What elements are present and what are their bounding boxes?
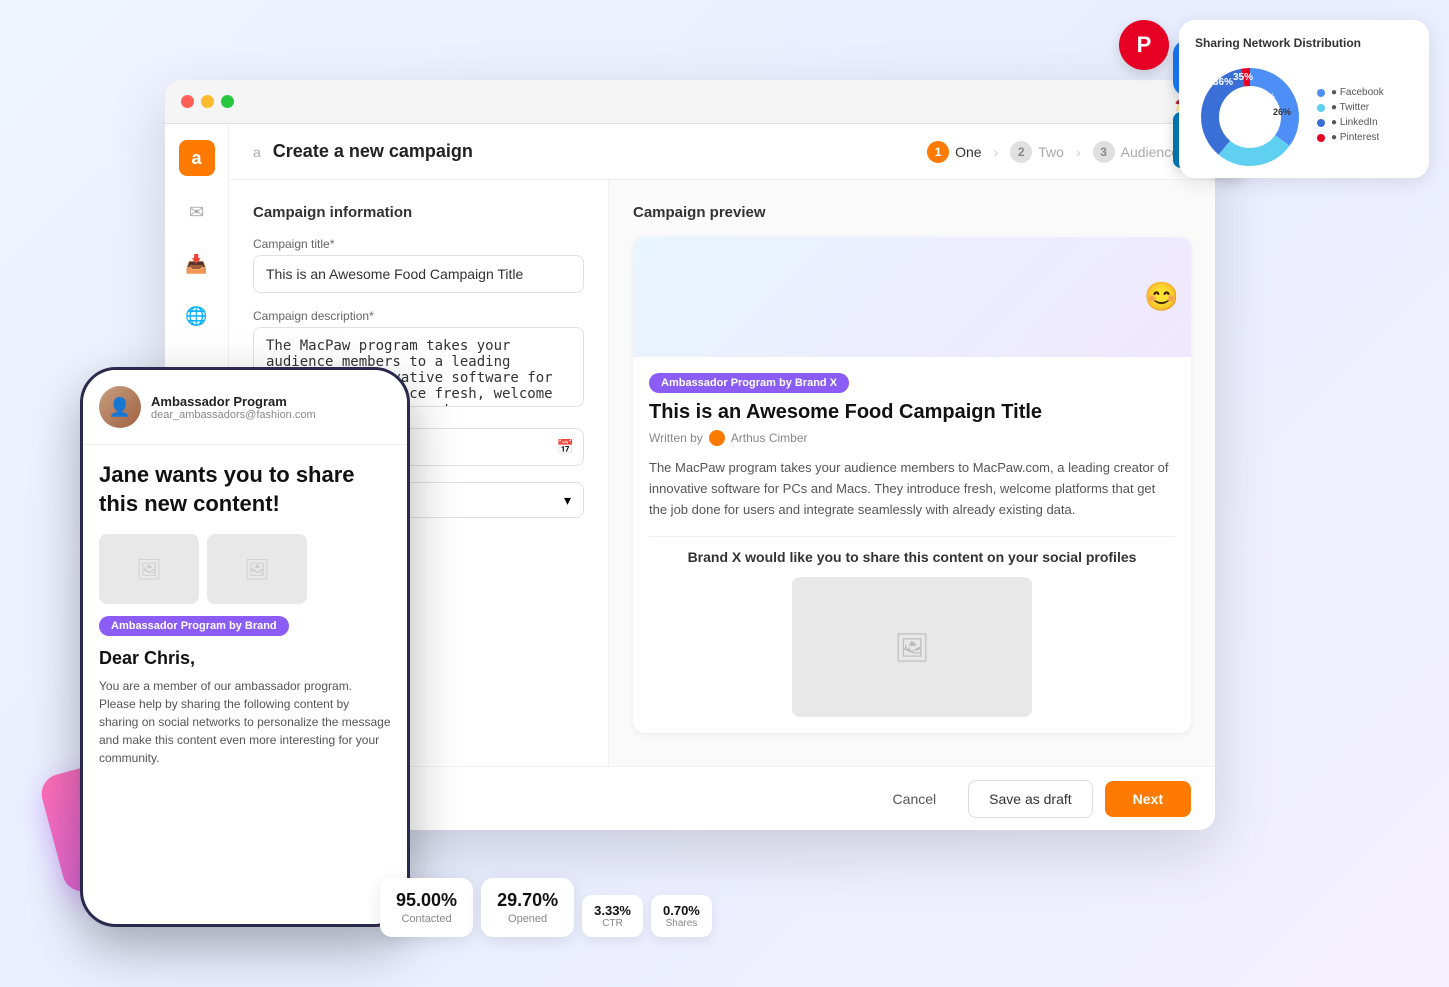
campaign-title-label: Campaign title* bbox=[253, 237, 584, 251]
fullscreen-button[interactable] bbox=[221, 95, 234, 108]
phone-headline: Jane wants you to share this new content… bbox=[83, 445, 407, 534]
step-3-num: 3 bbox=[1093, 141, 1115, 163]
step-1-label: One bbox=[955, 144, 981, 160]
page-title: Create a new campaign bbox=[273, 141, 473, 162]
contacted-label: Contacted bbox=[396, 913, 457, 925]
nav-globe-icon[interactable]: 🌐 bbox=[181, 300, 213, 332]
campaign-title-group: Campaign title* bbox=[253, 237, 584, 293]
close-button[interactable] bbox=[181, 95, 194, 108]
written-by-text: Written by bbox=[649, 431, 703, 445]
stat-ctr: 3.33% CTR bbox=[582, 895, 643, 937]
preview-content: Ambassador Program by Brand X This is an… bbox=[633, 357, 1191, 733]
campaign-title-input[interactable] bbox=[253, 255, 584, 293]
step-3-label: Audience bbox=[1121, 144, 1179, 160]
shares-label: Shares bbox=[663, 918, 700, 929]
save-draft-button[interactable]: Save as draft bbox=[968, 780, 1093, 818]
donut-chart-card: Sharing Network Distribution ● Facebook … bbox=[1179, 20, 1429, 178]
preview-image-placeholder: 🖼 bbox=[792, 577, 1032, 717]
phone-body: Dear Chris, You are a member of our amba… bbox=[83, 648, 407, 767]
donut-legend: ● Facebook ● Twitter ● LinkedIn ● Pinter… bbox=[1317, 87, 1413, 147]
cancel-button[interactable]: Cancel bbox=[873, 781, 957, 817]
emoji-decoration: 😊 bbox=[1144, 280, 1179, 313]
preview-divider bbox=[649, 536, 1175, 537]
dropdown-chevron: ▾ bbox=[564, 492, 571, 509]
form-section-title: Campaign information bbox=[253, 204, 584, 221]
header-logo-small: a bbox=[253, 144, 261, 160]
preview-author: Written by Arthus Cimber bbox=[649, 430, 1175, 446]
minimize-button[interactable] bbox=[201, 95, 214, 108]
step-1-num: 1 bbox=[927, 141, 949, 163]
phone-screen: 👤 Ambassador Program dear_ambassadors@fa… bbox=[83, 370, 407, 924]
steps-nav: 1 One › 2 Two › 3 Audience bbox=[915, 137, 1191, 167]
ctr-label: CTR bbox=[594, 918, 631, 929]
next-button[interactable]: Next bbox=[1105, 781, 1191, 817]
author-name: Arthus Cimber bbox=[731, 431, 808, 445]
phone-sender-email: dear_ambassadors@fashion.com bbox=[151, 409, 316, 421]
calendar-icon: 📅 bbox=[557, 439, 574, 456]
phone-avatar: 👤 bbox=[99, 386, 141, 428]
preview-thumbnails bbox=[904, 261, 920, 321]
stat-shares: 0.70% Shares bbox=[651, 895, 712, 937]
opened-label: Opened bbox=[497, 913, 558, 925]
phone-images: 🖼 🖼 bbox=[83, 534, 407, 604]
app-header: a Create a new campaign 1 One › 2 Two › … bbox=[229, 124, 1215, 180]
stat-opened: 29.70% Opened bbox=[481, 878, 574, 937]
preview-share-title: Brand X would like you to share this con… bbox=[649, 549, 1175, 565]
preview-panel-title: Campaign preview bbox=[633, 204, 1191, 221]
preview-card: Ambassador Program by Brand X This is an… bbox=[633, 237, 1191, 733]
donut-title: Sharing Network Distribution bbox=[1195, 36, 1413, 50]
shares-value: 0.70% bbox=[663, 903, 700, 918]
pinterest-icon: P bbox=[1119, 20, 1169, 70]
nav-send-icon[interactable]: ✉ bbox=[181, 196, 213, 228]
stat-contacted: 95.00% Contacted bbox=[380, 878, 473, 937]
preview-header-image bbox=[633, 237, 1191, 357]
preview-badge: Ambassador Program by Brand X bbox=[649, 373, 849, 393]
preview-campaign-title: This is an Awesome Food Campaign Title bbox=[649, 401, 1175, 424]
image-placeholder-icon: 🖼 bbox=[894, 631, 930, 664]
app-logo: a bbox=[179, 140, 215, 176]
phone-thumb-2: 🖼 bbox=[207, 534, 307, 604]
step-2-label: Two bbox=[1038, 144, 1064, 160]
phone-badge: Ambassador Program by Brand bbox=[99, 616, 289, 636]
contacted-value: 95.00% bbox=[396, 890, 457, 911]
phone-dear: Dear Chris, bbox=[99, 648, 391, 669]
phone-mockup: 👤 Ambassador Program dear_ambassadors@fa… bbox=[80, 367, 410, 927]
step-2-num: 2 bbox=[1010, 141, 1032, 163]
phone-sender-info: Ambassador Program dear_ambassadors@fash… bbox=[151, 394, 316, 421]
browser-titlebar: 🚀 bbox=[165, 80, 1215, 124]
author-dot bbox=[709, 430, 725, 446]
phone-header: 👤 Ambassador Program dear_ambassadors@fa… bbox=[83, 370, 407, 445]
campaign-description-label: Campaign description* bbox=[253, 309, 584, 323]
traffic-lights bbox=[181, 95, 234, 108]
nav-inbox-icon[interactable]: 📥 bbox=[181, 248, 213, 280]
ctr-value: 3.33% bbox=[594, 903, 631, 918]
preview-panel: Campaign preview Ambassador Program bbox=[609, 180, 1215, 766]
preview-description: The MacPaw program takes your audience m… bbox=[649, 458, 1175, 520]
stats-overlay: 95.00% Contacted 29.70% Opened 3.33% CTR… bbox=[380, 878, 712, 937]
opened-value: 29.70% bbox=[497, 890, 558, 911]
phone-body-text: You are a member of our ambassador progr… bbox=[99, 677, 391, 767]
phone-sender-name: Ambassador Program bbox=[151, 394, 316, 409]
phone-thumb-1: 🖼 bbox=[99, 534, 199, 604]
step-1: 1 One bbox=[915, 137, 993, 167]
step-2: 2 Two bbox=[998, 137, 1076, 167]
